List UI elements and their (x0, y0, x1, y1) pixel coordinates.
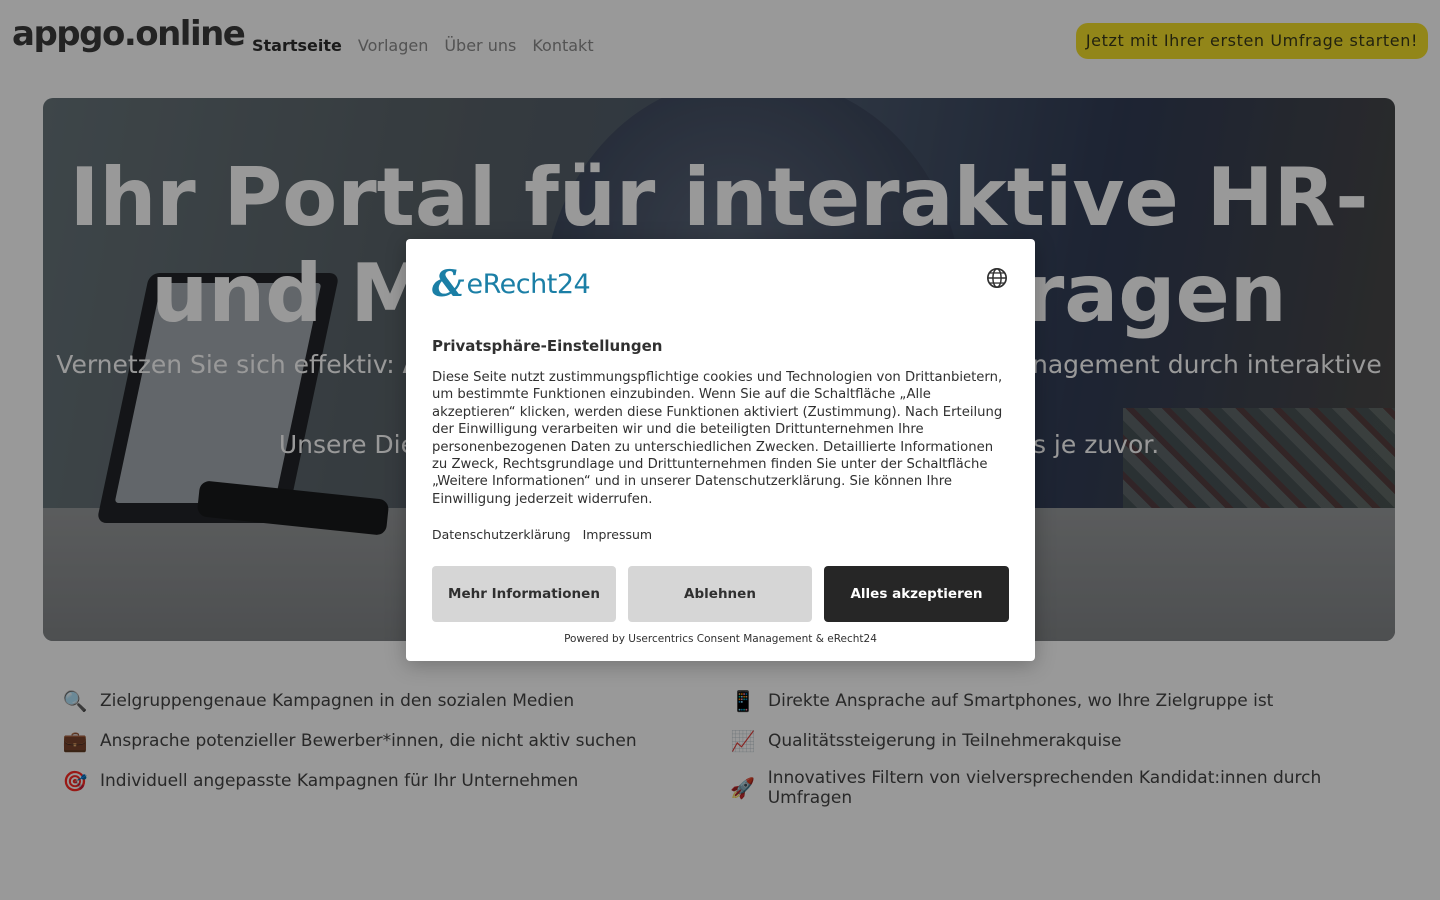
decline-button[interactable]: Ablehnen (628, 566, 812, 622)
accept-all-button[interactable]: Alles akzeptieren (824, 566, 1009, 622)
erecht24-mark-icon: & (432, 263, 465, 305)
imprint-link[interactable]: Impressum (583, 527, 652, 542)
more-info-button[interactable]: Mehr Informationen (432, 566, 616, 622)
language-globe-icon[interactable] (986, 267, 1008, 289)
powered-by-text: Powered by Usercentrics Consent Manageme… (564, 633, 877, 645)
consent-links: Datenschutzerklärung Impressum (432, 527, 652, 542)
consent-title: Privatsphäre-Einstellungen (432, 337, 663, 355)
privacy-policy-link[interactable]: Datenschutzerklärung (432, 527, 571, 542)
erecht24-wordmark: eRecht24 (466, 268, 591, 300)
erecht24-logo: & eRecht24 (432, 263, 591, 305)
consent-description: Diese Seite nutzt zustimmungspflichtige … (432, 370, 1003, 507)
consent-dialog: & eRecht24 Privatsphäre-Einstellungen Di… (406, 239, 1035, 661)
